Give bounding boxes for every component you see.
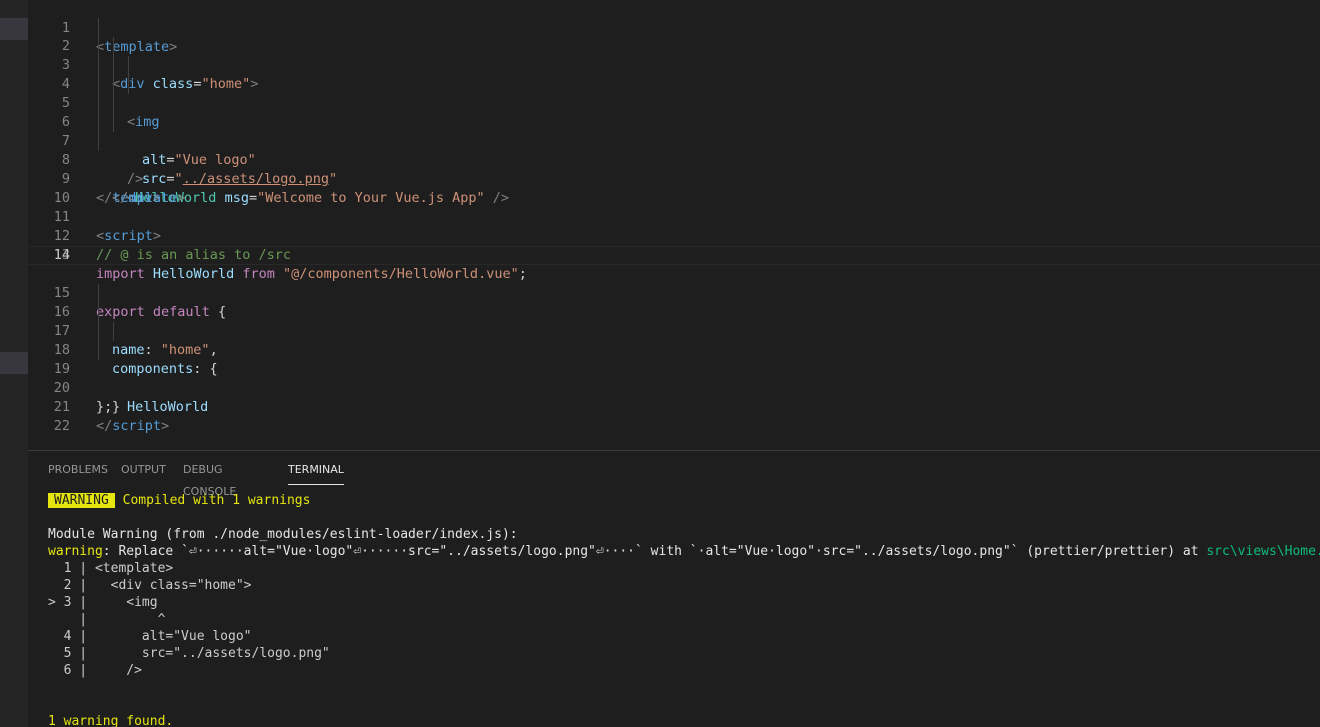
code-line: 8 </div> [28, 132, 1320, 206]
activity-bar-highlight [0, 18, 28, 40]
code-line: 19 } [28, 341, 1320, 415]
code-frame-line: 4 | alt="Vue logo" [48, 629, 252, 644]
indent-guide [98, 322, 99, 341]
activity-bar [0, 0, 28, 727]
code-text: </script> [96, 418, 170, 434]
code-frame-line: 6 | /> [48, 663, 142, 678]
indent-guide [128, 56, 129, 75]
line-number: 14 [53, 247, 70, 263]
tab-output[interactable]: OUTPUT [121, 459, 166, 485]
code-frame-line: 1 | <template> [48, 561, 174, 576]
indent-guide [113, 113, 114, 132]
indent-guide [113, 322, 114, 341]
tab-terminal[interactable]: TERMINAL [288, 459, 344, 485]
code-line: 10 [28, 170, 1320, 206]
code-line: 2 <div class="home"> [28, 18, 1320, 92]
code-line: 3 <img [28, 37, 1320, 130]
indent-guide [98, 18, 99, 37]
indent-guide [98, 132, 99, 151]
line-number: 22 [53, 418, 70, 434]
code-editor[interactable]: 1 <template> 2 <div class="home"> 3 <img… [28, 0, 1320, 450]
code-frame-line: 5 | src="../assets/logo.png" [48, 646, 330, 661]
code-line: 4 alt="Vue logo" [28, 56, 1320, 168]
indent-guide [113, 37, 114, 56]
code-line: 9 </template> [28, 151, 1320, 206]
terminal-line: warning: Replace `⏎······alt="Vue·logo"⏎… [48, 544, 1320, 559]
tab-debug-console[interactable]: DEBUG CONSOLE [183, 459, 236, 498]
code-line: 22 [28, 398, 1320, 434]
indent-guide [98, 284, 99, 303]
code-frame-line: | ^ [48, 612, 166, 627]
code-frame-line: > 3 | <img [48, 595, 158, 610]
code-line: 18 HelloWorld [28, 322, 1320, 415]
bottom-panel: PROBLEMS OUTPUT DEBUG CONSOLE TERMINAL W… [28, 450, 1320, 727]
code-line: 21 </script> [28, 379, 1320, 434]
warning-badge: WARNING [48, 493, 115, 508]
code-line: 6 /> [28, 94, 1320, 187]
activity-bar-highlight [0, 352, 28, 374]
tab-problems[interactable]: PROBLEMS [48, 459, 108, 485]
indent-guide [98, 56, 99, 75]
code-line: 15 export default { [28, 265, 1320, 320]
indent-guide [98, 113, 99, 132]
indent-guide [98, 75, 99, 94]
code-line: 16 name: "home", [28, 284, 1320, 358]
terminal-output[interactable]: WARNING Compiled with 1 warnings Module … [48, 489, 1320, 727]
indent-guide [113, 56, 114, 75]
code-line: 11 <script> [28, 189, 1320, 244]
indent-guide [98, 341, 99, 360]
code-line: 13 import HelloWorld from "@/components/… [28, 227, 1320, 282]
code-line: 17 components: { [28, 303, 1320, 377]
terminal-line: WARNING Compiled with 1 warnings [48, 492, 310, 509]
code-frame-line: 2 | <div class="home"> [48, 578, 252, 593]
terminal-line: Module Warning (from ./node_modules/esli… [48, 527, 518, 542]
code-line: 12 // @ is an alias to /src [28, 208, 1320, 263]
code-line: 7 <HelloWorld msg="Welcome to Your Vue.j… [28, 113, 1320, 206]
warning-summary: 1 warning found. [48, 714, 174, 727]
indent-guide [98, 303, 99, 322]
code-line: 1 <template> [28, 0, 1320, 55]
indent-guide [98, 94, 99, 113]
code-line: 5 src="../assets/logo.png" [28, 75, 1320, 187]
code-line: 20 }; [28, 360, 1320, 415]
code-line-current: 14 [28, 246, 1320, 265]
indent-guide [98, 37, 99, 56]
indent-guide [128, 75, 129, 94]
indent-guide [113, 75, 114, 94]
indent-guide [113, 94, 114, 113]
